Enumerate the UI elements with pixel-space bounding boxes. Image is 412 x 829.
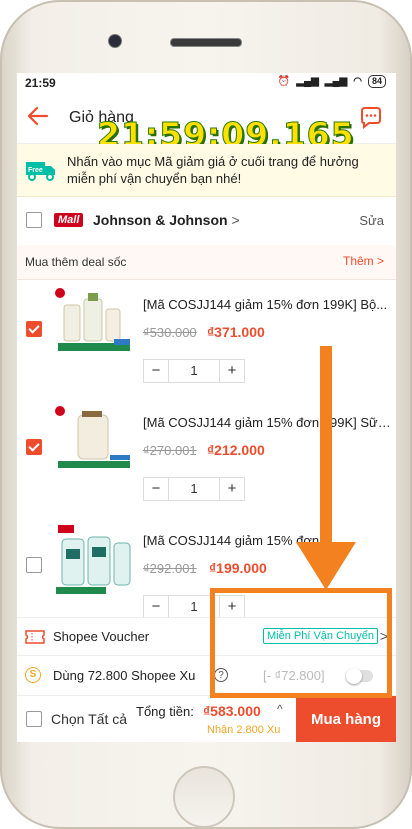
item-old-price: ₫292.001	[143, 561, 197, 576]
item-old-price: ₫270.001	[143, 443, 197, 458]
coin-icon: S	[25, 667, 41, 683]
item-name[interactable]: [Mã COSJJ144 giảm 15% đơn 199K] Bộ...	[143, 297, 391, 312]
signal-icon-2: ▂▄▆	[324, 76, 348, 87]
speaker-grille	[170, 38, 242, 47]
decrease-button[interactable]: −	[144, 360, 168, 382]
quantity-stepper: − 1 +	[143, 477, 245, 501]
quantity-value[interactable]: 1	[168, 478, 220, 500]
banner-text: Nhấn vào mục Mã giảm giá ở cuối trang để…	[67, 154, 359, 186]
truck-label: Free	[28, 167, 43, 174]
free-shipping-truck-icon: Free	[26, 162, 55, 181]
battery-icon: 84	[367, 75, 386, 88]
item-checkbox[interactable]	[26, 439, 42, 455]
item-checkbox[interactable]	[26, 321, 42, 337]
item-old-price: ₫530.000	[143, 325, 197, 340]
mall-badge: Mall	[54, 213, 84, 227]
item-checkbox[interactable]	[26, 557, 42, 573]
increase-button[interactable]: +	[220, 360, 244, 382]
annotation-arrow-icon	[296, 346, 356, 590]
home-button[interactable]	[173, 766, 235, 828]
alarm-icon: ⏰	[277, 76, 291, 87]
chevron-up-icon[interactable]: ^	[277, 702, 283, 716]
status-icons: ⏰ ▂▄▆ ▂▄▆ ◠ 84	[278, 75, 386, 88]
select-all-label[interactable]: Chọn Tất cả	[51, 711, 127, 727]
front-camera	[108, 34, 122, 48]
free-shipping-banner: Free Nhấn vào mục Mã giảm giá ở cuối tra…	[17, 144, 396, 197]
coins-earned: Nhận 2.800 Xu	[207, 724, 281, 736]
status-bar: 21:59 ⏰ ▂▄▆ ▂▄▆ ◠ 84	[17, 73, 396, 93]
decrease-button[interactable]: −	[144, 596, 168, 618]
deal-more-link[interactable]: Thêm >	[343, 254, 384, 268]
voucher-label: Shopee Voucher	[53, 629, 150, 644]
shop-checkbox[interactable]	[26, 212, 42, 228]
product-image[interactable]	[52, 521, 136, 605]
total-label: Tổng tiền:	[136, 704, 194, 719]
item-new-price: ₫199.000	[209, 560, 267, 576]
back-arrow-icon[interactable]	[25, 103, 51, 129]
quantity-value[interactable]: 1	[168, 360, 220, 382]
shop-name-text: Johnson & Johnson	[93, 212, 228, 228]
deal-label: Mua thêm deal sốc	[25, 255, 127, 269]
checkout-footer: Chọn Tất cả Tổng tiền: ₫583.000 ^ Nhận 2…	[17, 695, 396, 742]
shop-name[interactable]: Johnson & Johnson >	[93, 212, 240, 228]
shop-row: Mall Johnson & Johnson > Sửa	[17, 197, 396, 246]
checkout-button[interactable]: Mua hàng	[296, 696, 396, 742]
decrease-button[interactable]: −	[144, 478, 168, 500]
signal-icon: ▂▄▆	[296, 76, 319, 87]
quantity-stepper: − 1 +	[143, 359, 245, 383]
phone-frame: 21:59 ⏰ ▂▄▆ ▂▄▆ ◠ 84 Giỏ hàng 21:59:09.1…	[0, 0, 412, 829]
item-new-price: ₫371.000	[207, 324, 265, 340]
chevron-right-icon: >	[231, 212, 240, 228]
cart-header: Giỏ hàng 21:59:09.165	[17, 93, 396, 155]
edit-button[interactable]: Sửa	[359, 213, 384, 228]
wifi-icon: ◠	[353, 76, 362, 87]
increase-button[interactable]: +	[220, 478, 244, 500]
chat-icon[interactable]	[358, 105, 384, 131]
deal-bar: Mua thêm deal sốc Thêm >	[17, 245, 396, 280]
status-time: 21:59	[25, 76, 56, 90]
total-value: ₫583.000	[203, 703, 261, 719]
coins-label: Dùng 72.800 Shopee Xu	[53, 668, 196, 683]
product-image[interactable]	[52, 403, 136, 487]
annotation-highlight-box	[210, 588, 392, 698]
item-new-price: ₫212.000	[207, 442, 265, 458]
voucher-ticket-icon	[25, 630, 45, 644]
product-image[interactable]	[52, 285, 136, 369]
select-all-checkbox[interactable]	[26, 711, 42, 727]
